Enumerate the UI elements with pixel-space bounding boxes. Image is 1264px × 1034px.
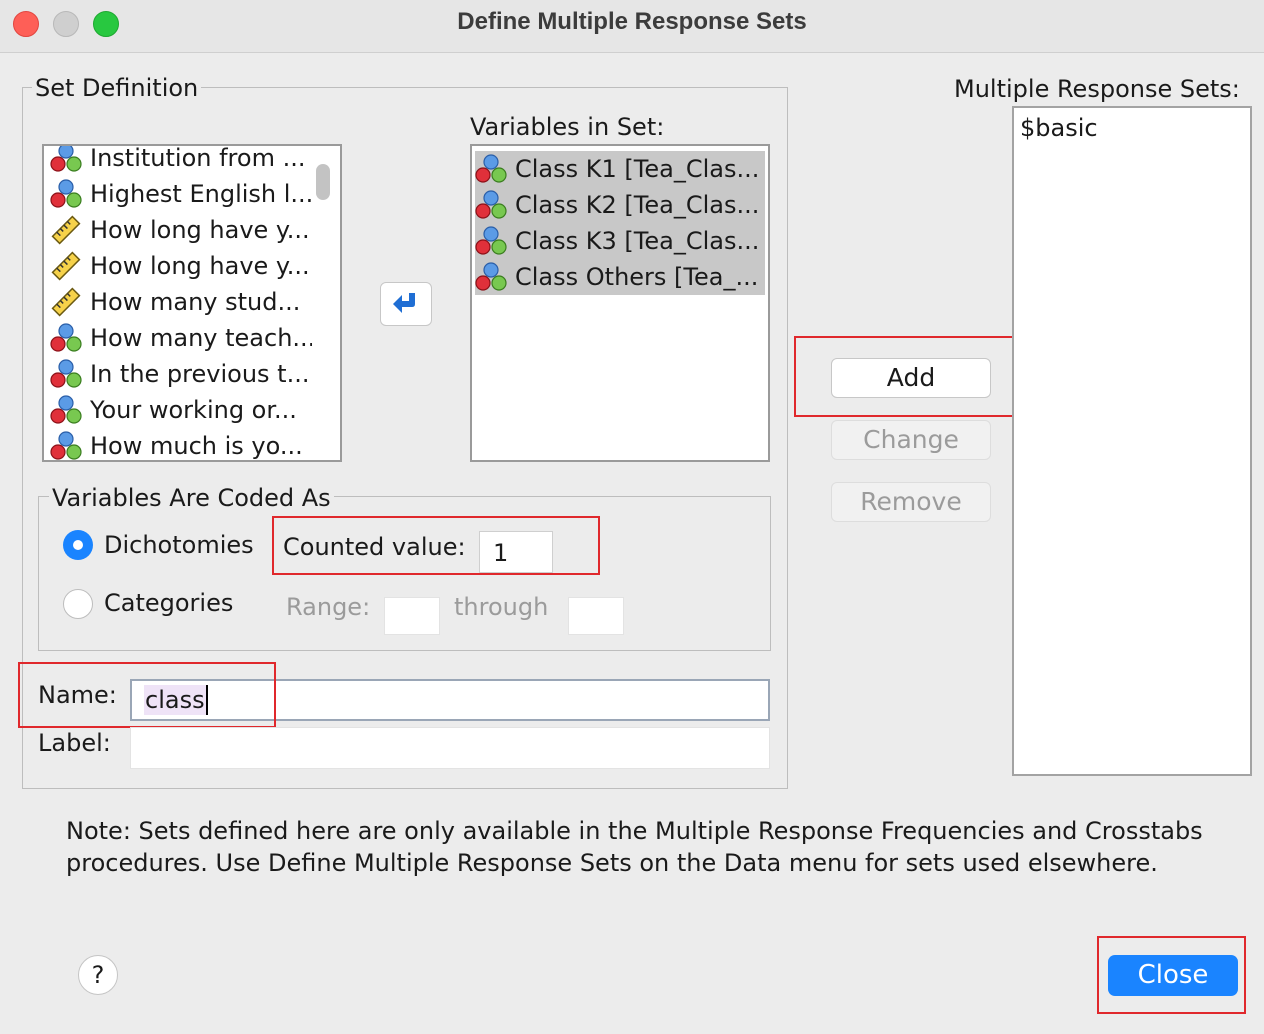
- dichotomies-radio[interactable]: [63, 530, 93, 560]
- scale-icon: [51, 251, 81, 281]
- nominal-icon: [50, 431, 82, 460]
- nominal-icon: [475, 190, 507, 219]
- variables-in-set-label: Variables in Set:: [470, 113, 665, 141]
- list-item[interactable]: Highest English l...: [50, 176, 312, 212]
- scrollbar-thumb[interactable]: [316, 164, 330, 200]
- remove-button[interactable]: Remove: [831, 482, 991, 522]
- list-item-label: In the previous t...: [90, 360, 310, 388]
- note-text: Note: Sets defined here are only availab…: [66, 817, 1203, 877]
- arrow-left-icon: [393, 293, 415, 313]
- list-item-label: Class K3 [Tea_Clas...: [515, 227, 760, 255]
- list-item-label: Highest English l...: [90, 180, 312, 208]
- label-input[interactable]: [130, 727, 770, 769]
- scale-icon: [51, 287, 81, 317]
- list-item[interactable]: In the previous t...: [50, 356, 312, 392]
- change-button[interactable]: Change: [831, 420, 991, 460]
- window-title: Define Multiple Response Sets: [457, 8, 807, 35]
- set-definition-legend: Set Definition: [32, 74, 202, 102]
- counted-value-text: 1: [493, 539, 509, 567]
- label-label: Label:: [38, 729, 111, 757]
- list-item-label: Class K1 [Tea_Clas...: [515, 155, 760, 183]
- counted-value-label: Counted value:: [283, 533, 466, 561]
- list-item[interactable]: Your working or...: [50, 392, 312, 428]
- nominal-icon: [50, 179, 82, 208]
- nominal-icon: [50, 395, 82, 424]
- list-item[interactable]: How much is yo...: [50, 428, 312, 460]
- list-item[interactable]: How many teach...: [50, 320, 312, 356]
- close-button[interactable]: Close: [1108, 955, 1238, 996]
- list-item-label: Class Others [Tea_...: [515, 263, 759, 291]
- nominal-icon: [50, 323, 82, 352]
- list-item[interactable]: Class K2 [Tea_Clas...: [475, 187, 765, 223]
- coded-as-legend: Variables Are Coded As: [49, 484, 334, 512]
- list-item[interactable]: How long have y...: [50, 212, 312, 248]
- list-item[interactable]: How long have y...: [50, 248, 312, 284]
- categories-radio[interactable]: [63, 589, 93, 619]
- range-label: Range:: [286, 593, 371, 621]
- categories-label: Categories: [104, 589, 234, 617]
- list-item[interactable]: Institution from ...: [50, 144, 312, 176]
- response-set-item[interactable]: $basic: [1020, 113, 1098, 143]
- nominal-icon: [475, 154, 507, 183]
- highlight-box-name: [18, 662, 276, 728]
- list-item-label: How long have y...: [90, 252, 310, 280]
- list-item-label: How much is yo...: [90, 432, 303, 460]
- list-item-label: How long have y...: [90, 216, 310, 244]
- list-item-label: How many stud...: [90, 288, 301, 316]
- list-item[interactable]: How many stud...: [50, 284, 312, 320]
- help-button[interactable]: ?: [78, 955, 118, 995]
- list-item-label: How many teach...: [90, 324, 312, 352]
- variables-in-set-list[interactable]: Class K1 [Tea_Clas... Class K2 [Tea_Clas.…: [470, 144, 770, 462]
- nominal-icon: [475, 226, 507, 255]
- list-item-label: Class K2 [Tea_Clas...: [515, 191, 760, 219]
- source-variable-list[interactable]: Institution from ... Highest English l...…: [42, 144, 342, 462]
- dichotomies-label: Dichotomies: [104, 531, 254, 559]
- through-label: through: [454, 593, 549, 621]
- nominal-icon: [50, 146, 82, 172]
- response-sets-list[interactable]: $basic: [1012, 106, 1252, 776]
- list-item[interactable]: Class Others [Tea_...: [475, 259, 765, 295]
- radio-dot: [73, 540, 83, 550]
- list-item-label: Institution from ...: [90, 144, 306, 172]
- scale-icon: [51, 215, 81, 245]
- response-sets-label: Multiple Response Sets:: [954, 75, 1240, 103]
- nominal-icon: [475, 262, 507, 291]
- list-item[interactable]: Class K3 [Tea_Clas...: [475, 223, 765, 259]
- range-to-input[interactable]: [568, 597, 624, 635]
- nominal-icon: [50, 359, 82, 388]
- range-from-input[interactable]: [384, 597, 440, 635]
- counted-value-input[interactable]: 1: [479, 531, 553, 573]
- add-button[interactable]: Add: [831, 358, 991, 398]
- list-item-label: Your working or...: [90, 396, 297, 424]
- move-back-button[interactable]: [380, 282, 432, 326]
- title-bar: Define Multiple Response Sets: [0, 0, 1264, 53]
- list-item[interactable]: Class K1 [Tea_Clas...: [475, 151, 765, 187]
